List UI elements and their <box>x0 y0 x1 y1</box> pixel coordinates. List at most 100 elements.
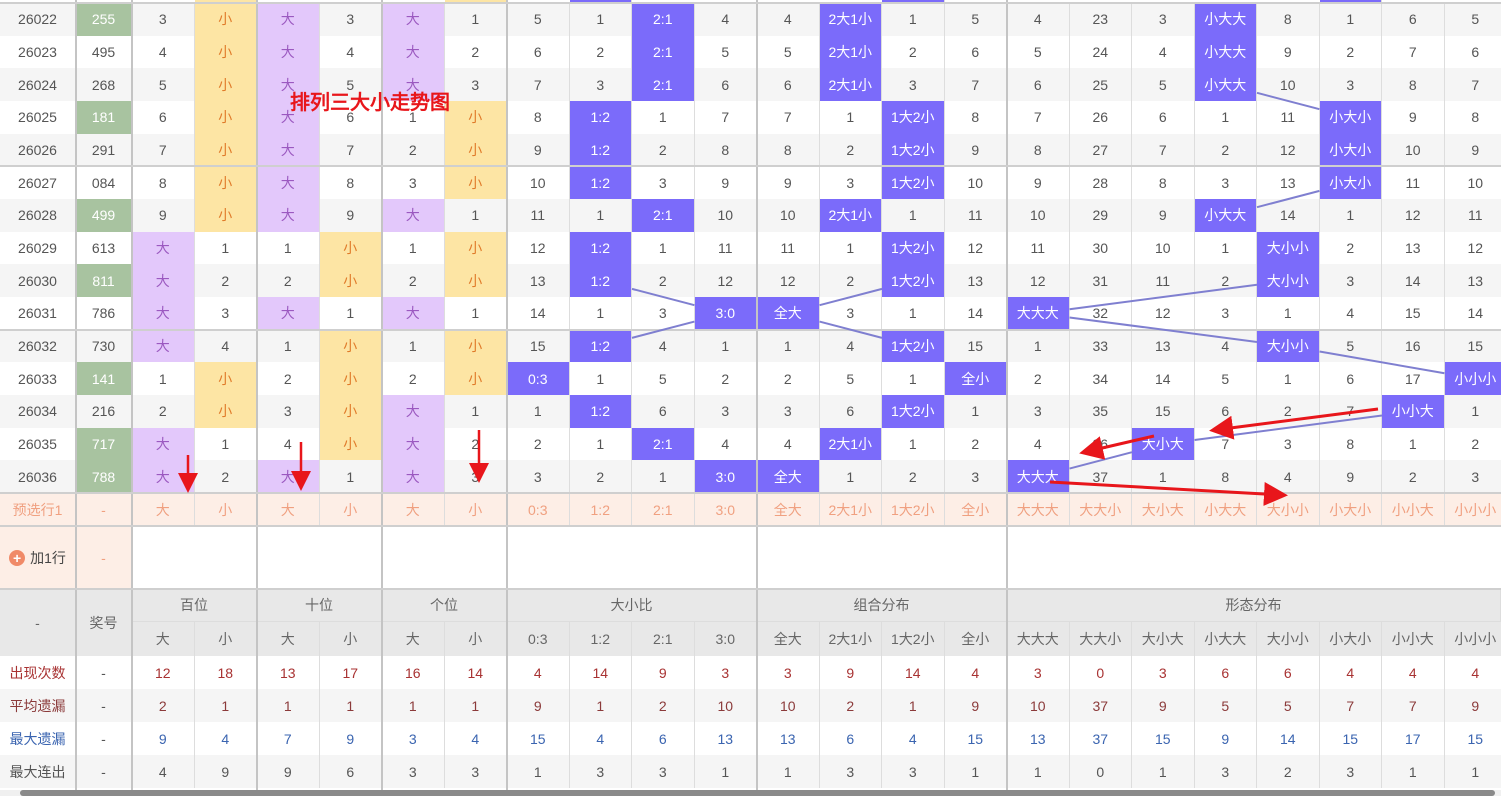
preselect-option[interactable]: 小 <box>319 493 382 527</box>
hit-cell: 1大2小 <box>882 101 945 134</box>
preselect-option[interactable]: 2大1小 <box>819 493 882 527</box>
stat-value: 4 <box>1382 656 1445 690</box>
preselect-option[interactable]: 小 <box>194 493 257 527</box>
miss-count-cell: 1 <box>882 362 945 396</box>
miss-count-cell: 4 <box>194 329 257 363</box>
miss-count-cell: 6 <box>819 395 882 428</box>
preselect-option[interactable]: 2:1 <box>632 493 695 527</box>
miss-count-cell: 2 <box>1194 133 1257 167</box>
preselect-option[interactable]: 大小大 <box>1132 493 1195 527</box>
stat-value: 1 <box>882 689 945 723</box>
miss-count-cell: 1 <box>445 297 507 330</box>
miss-count-cell: 24 <box>1070 35 1132 69</box>
stat-value: 3 <box>819 755 882 789</box>
miss-count-cell: 3 <box>820 297 882 330</box>
miss-count-cell: 3 <box>319 3 382 36</box>
miss-count-cell: 3 <box>1319 68 1382 101</box>
hit-cell: 小 <box>444 101 507 134</box>
add-row-button[interactable]: + 加1行 <box>0 526 76 590</box>
horizontal-scrollbar[interactable] <box>0 790 1501 796</box>
hit-cell: 小大大 <box>1194 35 1257 69</box>
miss-count-cell: 2 <box>194 460 257 494</box>
preselect-option[interactable]: 1:2 <box>569 493 632 527</box>
stat-value: 1 <box>1132 755 1195 789</box>
stat-number: - <box>76 722 132 756</box>
preselect-option[interactable]: 小大大 <box>1194 493 1257 527</box>
preselect-option[interactable]: 大大小 <box>1069 493 1132 527</box>
hit-cell: 大 <box>257 3 320 36</box>
preselect-option[interactable]: 小 <box>444 493 507 527</box>
miss-count-cell: 7 <box>1382 35 1445 69</box>
preselect-option[interactable]: 大大大 <box>1007 493 1070 527</box>
miss-count-cell: 1 <box>444 3 507 36</box>
miss-count-cell: 15 <box>1444 329 1501 363</box>
hit-cell: 小 <box>194 101 257 134</box>
stat-value: 9 <box>944 689 1007 723</box>
stat-value: 9 <box>820 656 882 690</box>
miss-count-cell: 9 <box>1382 101 1445 134</box>
miss-count-cell: 6 <box>507 35 570 69</box>
preselect-option[interactable]: 大小小 <box>1257 493 1320 527</box>
hit-cell: 小 <box>444 362 507 396</box>
stat-value: 4 <box>945 656 1007 690</box>
stat-value: 1 <box>319 689 382 723</box>
preselect-option[interactable]: 大 <box>257 493 320 527</box>
hit-cell: 大小小 <box>1257 329 1320 363</box>
group-header: 十位 <box>257 589 382 623</box>
hit-cell: 全大 <box>757 297 820 330</box>
miss-count-cell: 1 <box>569 199 632 232</box>
preselect-option[interactable]: 3:0 <box>694 493 757 527</box>
miss-count-cell: 3 <box>1444 460 1501 494</box>
column-header: 大 <box>132 622 195 657</box>
miss-count-cell: 1 <box>1007 329 1070 363</box>
preselect-option[interactable]: 小小大 <box>1382 493 1445 527</box>
stat-value: 6 <box>1195 656 1257 690</box>
miss-count-cell: 10 <box>507 166 570 199</box>
winning-number: 291 <box>76 133 132 167</box>
hit-cell: 2大1小 <box>819 68 882 101</box>
miss-count-cell: 11 <box>695 231 757 265</box>
hit-cell: 1:2 <box>569 231 632 265</box>
hit-cell: 1:2 <box>569 395 632 428</box>
miss-count-cell: 8 <box>1257 3 1320 36</box>
preselect-option[interactable]: 0:3 <box>507 493 570 527</box>
miss-count-cell: 4 <box>132 35 195 69</box>
miss-count-cell: 1 <box>195 427 257 461</box>
hit-cell: 小大小 <box>1319 101 1382 134</box>
miss-count-cell: 6 <box>945 35 1007 69</box>
preselect-option[interactable]: 全大 <box>757 493 820 527</box>
preselect-option[interactable]: 大 <box>382 493 445 527</box>
preselect-option[interactable]: 1大2小 <box>882 493 945 527</box>
stat-value: 17 <box>320 656 382 690</box>
preselect-option[interactable]: 小小小 <box>1444 493 1501 527</box>
preselect-option[interactable]: 全小 <box>944 493 1007 527</box>
hit-cell: 1:2 <box>569 264 632 298</box>
miss-count-cell: 5 <box>1444 3 1501 36</box>
stat-value: 0 <box>1069 755 1132 789</box>
row-divider <box>0 492 1501 495</box>
miss-count-cell: 13 <box>507 264 570 298</box>
preselect-option[interactable]: 小大小 <box>1319 493 1382 527</box>
stat-value: 3 <box>1319 755 1382 789</box>
hit-cell: 大 <box>382 199 445 232</box>
miss-count-cell: 23 <box>1069 3 1132 36</box>
stat-value: 13 <box>1007 722 1070 756</box>
stat-value: 2 <box>132 689 195 723</box>
miss-count-cell: 8 <box>1320 427 1382 461</box>
hit-cell: 大小小 <box>1257 264 1320 298</box>
miss-count-cell: 3 <box>1319 264 1382 298</box>
hit-cell: 2大1小 <box>819 427 882 461</box>
hit-cell: 大 <box>382 395 445 428</box>
hit-cell: 小 <box>319 329 382 363</box>
hit-cell: 大 <box>132 460 195 494</box>
preselect-option[interactable]: 大 <box>132 493 195 527</box>
miss-count-cell: 4 <box>757 427 820 461</box>
miss-count-cell: 3 <box>195 297 257 330</box>
group-header: 百位 <box>132 589 257 623</box>
section-divider <box>131 0 133 790</box>
scrollbar-thumb[interactable] <box>20 790 1495 796</box>
miss-count-cell: 4 <box>1007 427 1070 461</box>
winning-number: 788 <box>76 460 132 494</box>
stat-value: 3 <box>569 755 632 789</box>
miss-count-cell: 2 <box>569 460 632 494</box>
